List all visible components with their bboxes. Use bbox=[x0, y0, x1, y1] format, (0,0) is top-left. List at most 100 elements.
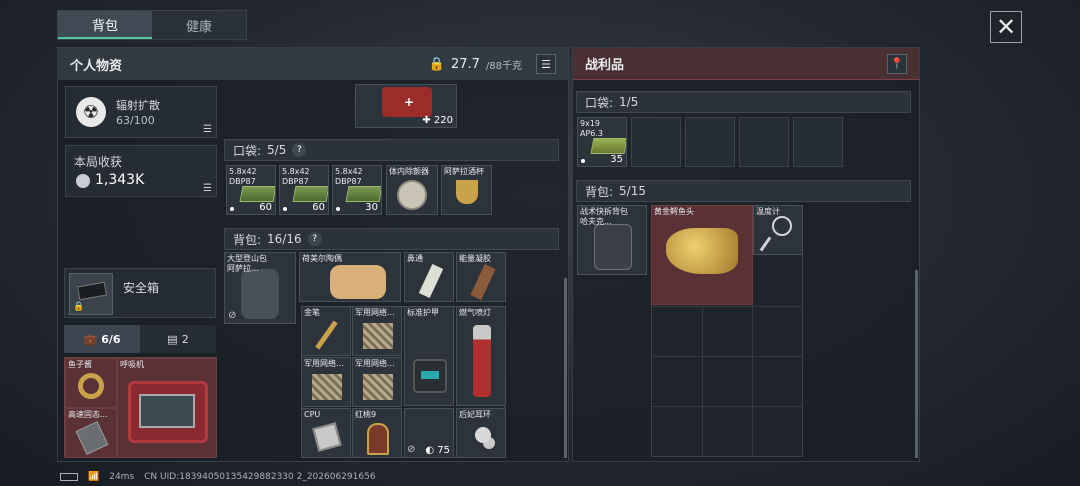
item-ssd[interactable]: 高速固态... bbox=[65, 408, 117, 458]
durability-value: ◐ 75 bbox=[425, 445, 450, 456]
status-bar: 📶 24ms CN UID:18394050135429882330 2_202… bbox=[60, 472, 376, 482]
tab-backpack[interactable]: 背包 bbox=[58, 11, 152, 39]
loot-backpack-count: 5/15 bbox=[619, 184, 646, 198]
pocket-item-2[interactable]: 5.8x42 DBP87 60 bbox=[279, 165, 329, 215]
card-icon bbox=[367, 423, 389, 455]
loot-pocket-header: 口袋: 1/5 bbox=[576, 91, 911, 113]
loot-pocket-count: 1/5 bbox=[619, 95, 639, 109]
pocket-item-1[interactable]: 5.8x42 DBP87 60 bbox=[226, 165, 276, 215]
close-button[interactable]: ✕ bbox=[990, 11, 1022, 43]
pocket-item-defibrillator[interactable]: 体内除颤器 bbox=[386, 165, 438, 215]
item-label: 温度计 bbox=[756, 207, 780, 216]
earnings-card[interactable]: 本局收获 1,343K ☰ bbox=[65, 145, 217, 197]
item-label: CPU bbox=[304, 410, 321, 419]
pocket-item-wine-cup[interactable]: 阿萨拉酒杯 bbox=[441, 165, 492, 215]
loot-backpack-label: 背包: bbox=[585, 184, 614, 199]
gel-icon bbox=[470, 264, 496, 300]
pocket-item-3[interactable]: 5.8x42 DBP87 30 bbox=[332, 165, 382, 215]
item-label: 呼吸机 bbox=[120, 360, 144, 369]
pen-icon bbox=[315, 320, 338, 350]
left-scrollbar[interactable] bbox=[564, 278, 567, 458]
medkit-count: ✚ 220 bbox=[422, 115, 453, 126]
item-hormel-doll[interactable]: 荷美尔陶偶 bbox=[299, 252, 401, 302]
item-armor[interactable]: 标准护甲 bbox=[404, 306, 454, 406]
radiation-icon: ☢ bbox=[76, 97, 106, 127]
item-label: 后妃耳环 bbox=[459, 410, 491, 419]
item-hiking-bag[interactable]: 大型登山包 阿萨拉... ⊘ bbox=[224, 252, 296, 324]
ping-text: 24ms bbox=[109, 472, 135, 482]
uid-text: CN UID:18394050135429882330 2_2026062916… bbox=[144, 472, 376, 482]
item-military-net-1[interactable]: 军用网络... bbox=[352, 306, 402, 356]
item-golden-croc-head[interactable]: 黄金鳄鱼头 bbox=[651, 205, 753, 305]
item-label: 大型登山包 阿萨拉... bbox=[227, 254, 267, 273]
loot-pocket-slot-4[interactable] bbox=[739, 117, 789, 167]
weight-display: 🔒 27.7/88千克 ☰ bbox=[429, 54, 556, 74]
net-icon bbox=[312, 374, 342, 400]
ammo-icon bbox=[590, 138, 626, 154]
help-icon[interactable]: ? bbox=[292, 143, 307, 157]
item-label: 荷美尔陶偶 bbox=[302, 254, 342, 263]
defibrillator-icon bbox=[397, 180, 427, 210]
personal-header: 个人物资 🔒 27.7/88千克 ☰ bbox=[58, 48, 568, 80]
location-pin-icon: 📍 bbox=[890, 57, 904, 70]
thermometer-icon bbox=[772, 216, 792, 236]
bag-icon bbox=[241, 269, 279, 319]
bag-icon bbox=[594, 224, 632, 270]
item-count: 35 bbox=[610, 154, 623, 165]
coin-icon bbox=[76, 174, 90, 188]
item-label: 9x19 AP6.3 bbox=[580, 119, 604, 138]
tab-safebox[interactable]: 💼 6/6 bbox=[64, 325, 140, 353]
dot-icon bbox=[336, 207, 340, 211]
backpack-count: 16/16 bbox=[267, 232, 302, 246]
loot-pocket-slot-2[interactable] bbox=[631, 117, 681, 167]
item-empress-earring[interactable]: 后妃耳环 bbox=[456, 408, 506, 458]
safebox-grid: 鱼子酱 呼吸机 高速固态... bbox=[64, 357, 217, 458]
item-gold-pen[interactable]: 金笔 bbox=[301, 306, 351, 356]
tab-health[interactable]: 健康 bbox=[152, 11, 246, 39]
radiation-card[interactable]: ☢ 辐射扩散 63/100 ☰ bbox=[65, 86, 217, 138]
item-red-peach-9[interactable]: 红桃9 bbox=[352, 408, 402, 458]
ammo-icon bbox=[292, 186, 328, 202]
item-gas-torch[interactable]: 燃气喷灯 bbox=[456, 306, 506, 406]
dot-icon bbox=[230, 207, 234, 211]
item-cpu[interactable]: CPU bbox=[301, 408, 351, 458]
tab-container[interactable]: ▤ 2 bbox=[140, 325, 216, 353]
item-fishmeal[interactable]: 鱼子酱 bbox=[65, 358, 117, 408]
safe-box-icon bbox=[76, 281, 108, 301]
item-nasal-spray[interactable]: 鼻通 bbox=[404, 252, 454, 302]
item-label: 黄金鳄鱼头 bbox=[654, 207, 694, 216]
list-icon: ☰ bbox=[203, 183, 212, 194]
item-tactical-bag[interactable]: 战术快拆背包 哈夫克... bbox=[577, 205, 647, 275]
pocket-label: 口袋: bbox=[233, 143, 262, 158]
container-icon: ▤ bbox=[167, 332, 178, 346]
item-military-net-2[interactable]: 军用网络... bbox=[301, 357, 351, 407]
item-energy-gel[interactable]: 能量凝胶 bbox=[456, 252, 506, 302]
help-icon[interactable]: ? bbox=[307, 232, 322, 246]
safe-box-card[interactable]: 🔒 安全箱 bbox=[64, 268, 216, 318]
loot-pocket-slot-3[interactable] bbox=[685, 117, 735, 167]
safe-box-label: 安全箱 bbox=[123, 281, 160, 295]
item-label: 战术快拆背包 哈夫克... bbox=[580, 207, 628, 226]
right-scrollbar[interactable] bbox=[915, 270, 918, 458]
item-label: 军用网络... bbox=[355, 308, 395, 317]
item-count: 60 bbox=[259, 202, 272, 213]
item-respirator[interactable]: 呼吸机 bbox=[117, 358, 217, 458]
cup-icon bbox=[456, 180, 478, 204]
sort-list-button[interactable]: ☰ bbox=[536, 54, 556, 74]
location-button[interactable]: 📍 bbox=[887, 53, 907, 74]
item-label: 5.8x42 DBP87 bbox=[229, 167, 257, 186]
item-medkit[interactable]: + ✚ 220 bbox=[355, 84, 457, 128]
ammo-icon bbox=[345, 186, 381, 202]
lock-icon: 🔒 bbox=[73, 302, 85, 312]
item-label: 燃气喷灯 bbox=[459, 308, 491, 317]
weight-max: /88千克 bbox=[485, 60, 522, 72]
loot-pocket-item-1[interactable]: 9x19 AP6.3 35 bbox=[577, 117, 627, 167]
personal-title: 个人物资 bbox=[70, 58, 123, 74]
loot-pocket-slot-5[interactable] bbox=[793, 117, 843, 167]
item-count: 30 bbox=[365, 202, 378, 213]
item-thermometer[interactable]: 温度计 bbox=[753, 205, 803, 255]
item-label: 金笔 bbox=[304, 308, 320, 317]
list-icon: ☰ bbox=[541, 57, 551, 71]
item-military-net-3[interactable]: 军用网络... bbox=[352, 357, 402, 407]
safebox-tabs: 💼 6/6 ▤ 2 bbox=[64, 325, 216, 353]
